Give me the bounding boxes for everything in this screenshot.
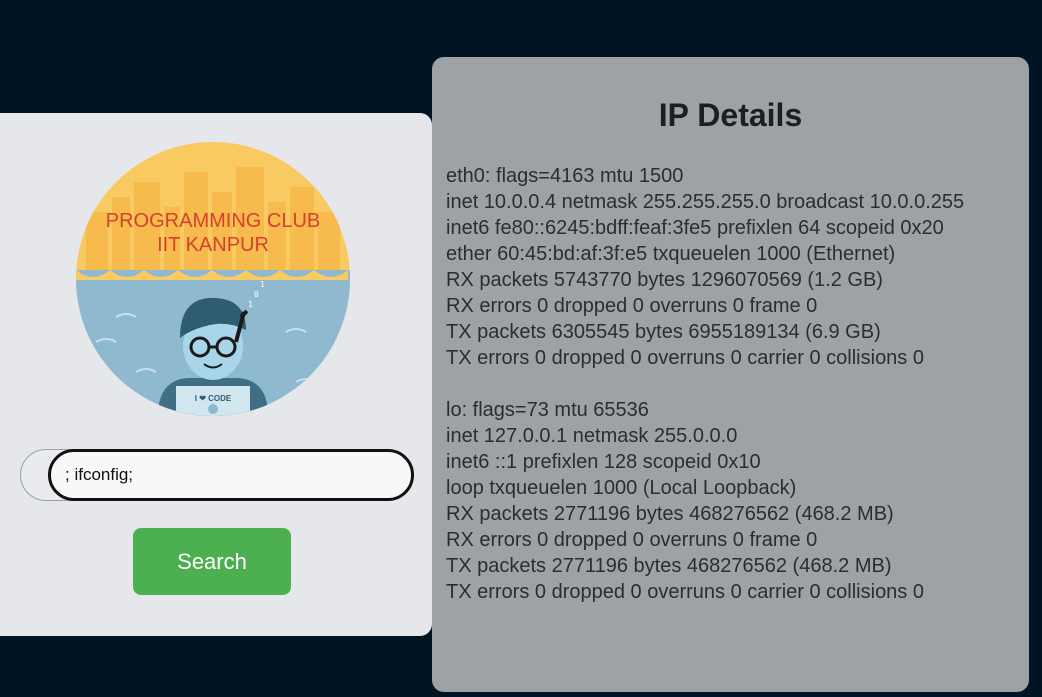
svg-text:0: 0 [254, 290, 259, 299]
output-line: loop txqueuelen 1000 (Local Loopback) [446, 477, 797, 499]
output-line: RX errors 0 dropped 0 overruns 0 frame 0 [446, 529, 818, 551]
command-input[interactable] [48, 449, 414, 501]
search-field-wrapper [20, 449, 414, 501]
output-line: inet 127.0.0.1 netmask 255.0.0.0 [446, 425, 738, 447]
output-line: inet6 fe80::6245:bdff:feaf:3fe5 prefixle… [446, 217, 944, 239]
command-output: eth0: flags=4163 mtu 1500 inet 10.0.0.4 … [446, 163, 964, 605]
output-line: ether 60:45:bd:af:3f:e5 txqueuelen 1000 … [446, 243, 896, 265]
output-line: TX packets 6305545 bytes 6955189134 (6.9… [446, 321, 881, 343]
search-card: 1 0 1 PROGRAMMING CLUB IIT KANPUR I ❤ CO… [0, 113, 432, 636]
search-button[interactable]: Search [133, 528, 291, 595]
panel-title: IP Details [658, 97, 803, 133]
output-line: eth0: flags=4163 mtu 1500 [446, 165, 684, 187]
ip-details-panel: IP Details eth0: flags=4163 mtu 1500 ine… [432, 57, 1029, 692]
output-line: TX packets 2771196 bytes 468276562 (468.… [446, 555, 892, 577]
output-line: TX errors 0 dropped 0 overruns 0 carrier… [446, 581, 924, 603]
svg-text:1: 1 [248, 300, 253, 309]
logo-title-line2: IIT KANPUR [157, 234, 269, 256]
svg-text:1: 1 [260, 280, 265, 289]
output-line: TX errors 0 dropped 0 overruns 0 carrier… [446, 347, 924, 369]
club-logo: 1 0 1 PROGRAMMING CLUB IIT KANPUR I ❤ CO… [76, 142, 350, 416]
output-line: RX packets 2771196 bytes 468276562 (468.… [446, 503, 894, 525]
output-line: RX packets 5743770 bytes 1296070569 (1.2… [446, 269, 883, 291]
club-logo-graphic: 1 0 1 [76, 142, 350, 416]
output-line: inet 10.0.0.4 netmask 255.255.255.0 broa… [446, 191, 965, 213]
logo-shirt-text: I ❤ CODE [194, 394, 232, 403]
output-line: RX errors 0 dropped 0 overruns 0 frame 0 [446, 295, 818, 317]
output-line: lo: flags=73 mtu 65536 [446, 399, 649, 421]
output-spacer [446, 371, 964, 397]
logo-title-line1: PROGRAMMING CLUB [105, 210, 321, 232]
output-line: inet6 ::1 prefixlen 128 scopeid 0x10 [446, 451, 761, 473]
